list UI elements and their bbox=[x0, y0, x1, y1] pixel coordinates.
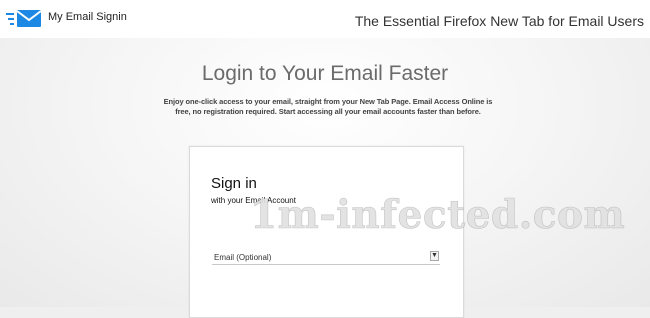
page-title: Login to Your Email Faster bbox=[201, 62, 449, 85]
email-select-value: Email (Optional) bbox=[214, 253, 272, 262]
signin-card: Sign in with your Email Account Email (O… bbox=[189, 146, 464, 318]
page-description: Enjoy one-click access to your email, st… bbox=[163, 97, 493, 116]
email-provider-select[interactable]: Email (Optional) ▼ bbox=[212, 250, 440, 265]
envelope-icon bbox=[6, 10, 42, 27]
logo[interactable]: My Email Signin bbox=[6, 7, 127, 29]
signin-subtitle: with your Email Account bbox=[211, 196, 296, 205]
top-bar: My Email Signin The Essential Firefox Ne… bbox=[0, 0, 650, 38]
tagline: The Essential Firefox New Tab for Email … bbox=[354, 13, 644, 29]
signin-title: Sign in bbox=[211, 175, 257, 192]
logo-text: My Email Signin bbox=[48, 10, 127, 23]
chevron-down-icon[interactable]: ▼ bbox=[430, 251, 439, 261]
